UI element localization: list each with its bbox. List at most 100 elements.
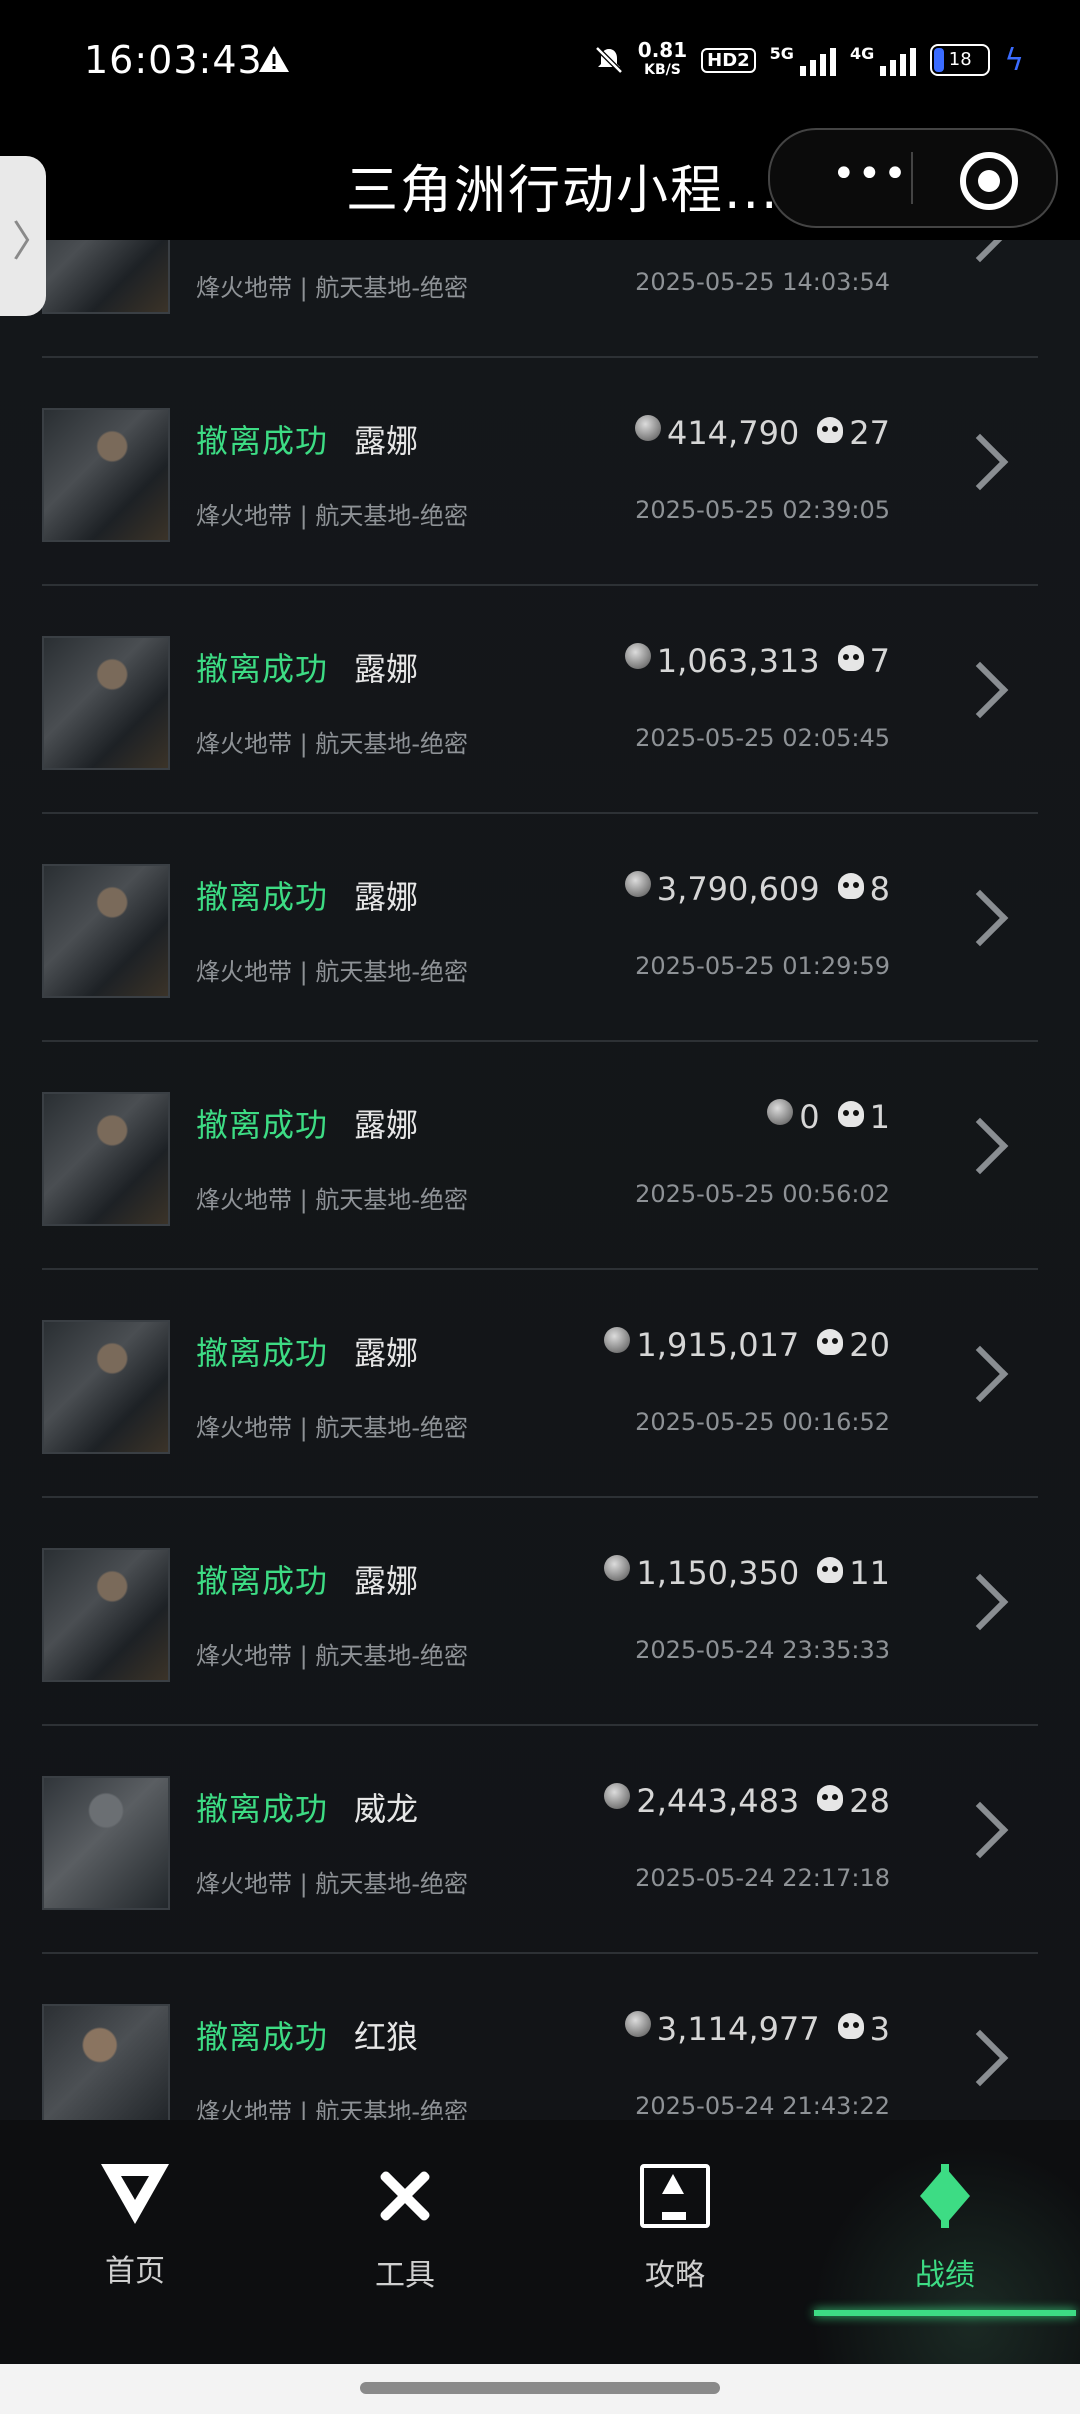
record-value: 2,443,483	[636, 1782, 800, 1820]
record-map: 烽火地带 | 航天基地-绝密	[196, 730, 469, 758]
record-map: 烽火地带 | 航天基地-绝密	[196, 2098, 469, 2120]
record-row[interactable]: 撤离成功 露娜 1,150,350 11 烽火地带 | 航天基地-绝密 2025…	[42, 1498, 1038, 1726]
chevron-right-icon	[951, 889, 1009, 947]
skull-icon	[837, 645, 864, 671]
record-kills: 7	[869, 642, 890, 680]
record-datetime: 2025-05-25 00:16:52	[635, 1408, 890, 1436]
record-row[interactable]: 撤离成功 露娜 414,790 27 烽火地带 | 航天基地-绝密 2025-0…	[42, 358, 1038, 586]
record-operator: 威龙	[354, 1790, 419, 1828]
guide-icon	[640, 2164, 710, 2228]
record-datetime: 2025-05-25 02:05:45	[635, 724, 890, 752]
record-datetime: 2025-05-25 00:56:02	[635, 1180, 890, 1208]
signal-4g-icon: 4G	[850, 44, 917, 76]
record-kills: 28	[849, 1782, 890, 1820]
record-row[interactable]: 撤离成功 露娜 0 1 烽火地带 | 航天基地-绝密 2025-05-25 00…	[42, 1042, 1038, 1270]
tab-guide[interactable]: 攻略	[540, 2144, 810, 2364]
record-value: 1,063,313	[656, 642, 820, 680]
tab-tools[interactable]: 工具	[270, 2144, 540, 2364]
coin-icon	[624, 871, 651, 897]
tab-label: 首页	[105, 2254, 165, 2289]
record-row[interactable]: 撤离成功 露娜 3,790,609 8 烽火地带 | 航天基地-绝密 2025-…	[42, 814, 1038, 1042]
record-stats: 1,150,350 11	[604, 1554, 890, 1592]
record-status: 撤离成功	[196, 1562, 329, 1600]
home-gesture-handle[interactable]	[360, 2382, 720, 2394]
record-kills: 8	[869, 870, 890, 908]
record-value: 1,915,017	[636, 1326, 800, 1364]
record-datetime: 2025-05-24 21:43:22	[635, 2092, 890, 2120]
operator-avatar	[42, 1092, 170, 1226]
chevron-right-icon	[951, 1345, 1009, 1403]
record-operator: 露娜	[354, 1106, 419, 1144]
record-row[interactable]: 撤离成功 威龙 2,443,483 28 烽火地带 | 航天基地-绝密 2025…	[42, 1726, 1038, 1954]
record-operator: 露娜	[354, 878, 419, 916]
tab-stats[interactable]: 战绩	[810, 2144, 1080, 2364]
operator-avatar	[42, 240, 170, 314]
record-stats: 1,915,017 20	[604, 1326, 890, 1364]
home-icon	[101, 2164, 169, 2224]
close-miniprogram-icon[interactable]	[960, 152, 1018, 210]
record-row[interactable]: 撤离成功 露娜 1,063,313 7 烽火地带 | 航天基地-绝密 2025-…	[42, 586, 1038, 814]
skull-icon	[817, 1785, 844, 1811]
operator-avatar	[42, 636, 170, 770]
operator-avatar	[42, 1776, 170, 1910]
record-status: 撤离成功	[196, 1334, 329, 1372]
clock: 16:03:43	[84, 38, 263, 82]
capsule-divider	[911, 152, 913, 204]
tab-label: 工具	[375, 2258, 435, 2293]
skull-icon	[837, 2013, 864, 2039]
record-status: 撤离成功	[196, 2018, 329, 2056]
record-status: 撤离成功	[196, 1106, 329, 1144]
charging-icon: ϟ	[1004, 42, 1024, 78]
operator-avatar	[42, 2004, 170, 2120]
record-map: 烽火地带 | 航天基地-绝密	[196, 1186, 469, 1214]
page-title: 三角洲行动小程...	[346, 161, 780, 221]
record-operator: 露娜	[354, 422, 419, 460]
record-map: 烽火地带 | 航天基地-绝密	[196, 958, 469, 986]
chevron-right-icon	[951, 1801, 1009, 1859]
battery-icon: 18	[930, 44, 991, 76]
side-drawer-handle[interactable]: 〉	[0, 156, 54, 316]
miniprogram-capsule: •••	[768, 128, 1058, 228]
record-datetime: 2025-05-25 01:29:59	[635, 952, 890, 980]
chevron-right-icon	[951, 2029, 1009, 2087]
network-speed: 0.81 KB/S	[637, 38, 688, 78]
record-stats: 3,114,977 3	[624, 2010, 890, 2048]
record-value: 0	[799, 1098, 820, 1136]
chevron-right-icon	[951, 1117, 1009, 1175]
tools-icon	[370, 2164, 440, 2228]
hd-badge: HD2	[701, 47, 756, 73]
record-operator: 红狼	[354, 2018, 419, 2056]
chevron-right-icon: 〉	[12, 217, 55, 266]
coin-icon	[604, 1555, 631, 1581]
record-row[interactable]: 烽火地带 | 航天基地-绝密 2025-05-25 14:03:54	[42, 240, 1038, 358]
tab-label: 攻略	[645, 2258, 705, 2293]
record-stats: 1,063,313 7	[624, 642, 890, 680]
record-datetime: 2025-05-25 02:39:05	[635, 496, 890, 524]
skull-icon	[837, 873, 864, 899]
record-stats: 0 1	[767, 1098, 890, 1136]
record-stats: 414,790 27	[634, 414, 890, 452]
record-row[interactable]: 撤离成功 红狼 3,114,977 3 烽火地带 | 航天基地-绝密 2025-…	[42, 1954, 1038, 2120]
tab-home[interactable]: 首页	[0, 2144, 270, 2364]
coin-icon	[604, 1327, 631, 1353]
chevron-right-icon	[951, 433, 1009, 491]
chevron-right-icon	[951, 240, 1009, 263]
record-stats: 3,790,609 8	[624, 870, 890, 908]
operator-avatar	[42, 408, 170, 542]
record-status: 撤离成功	[196, 878, 329, 916]
status-bar: 16:03:43 0.81 KB/S HD2 5G 4G 18 ϟ	[0, 0, 1080, 128]
more-icon[interactable]: •••	[832, 154, 909, 194]
system-nav-bar	[0, 2364, 1080, 2414]
chevron-right-icon	[951, 661, 1009, 719]
record-map: 烽火地带 | 航天基地-绝密	[196, 502, 469, 530]
mute-icon	[595, 46, 623, 74]
record-kills: 20	[849, 1326, 890, 1364]
record-row[interactable]: 撤离成功 露娜 1,915,017 20 烽火地带 | 航天基地-绝密 2025…	[42, 1270, 1038, 1498]
coin-icon	[767, 1099, 794, 1125]
record-map: 烽火地带 | 航天基地-绝密	[196, 1870, 469, 1898]
record-value: 3,114,977	[656, 2010, 820, 2048]
record-value: 3,790,609	[656, 870, 820, 908]
record-map: 烽火地带 | 航天基地-绝密	[196, 1414, 469, 1442]
record-stats: 2,443,483 28	[604, 1782, 890, 1820]
record-kills: 1	[869, 1098, 890, 1136]
